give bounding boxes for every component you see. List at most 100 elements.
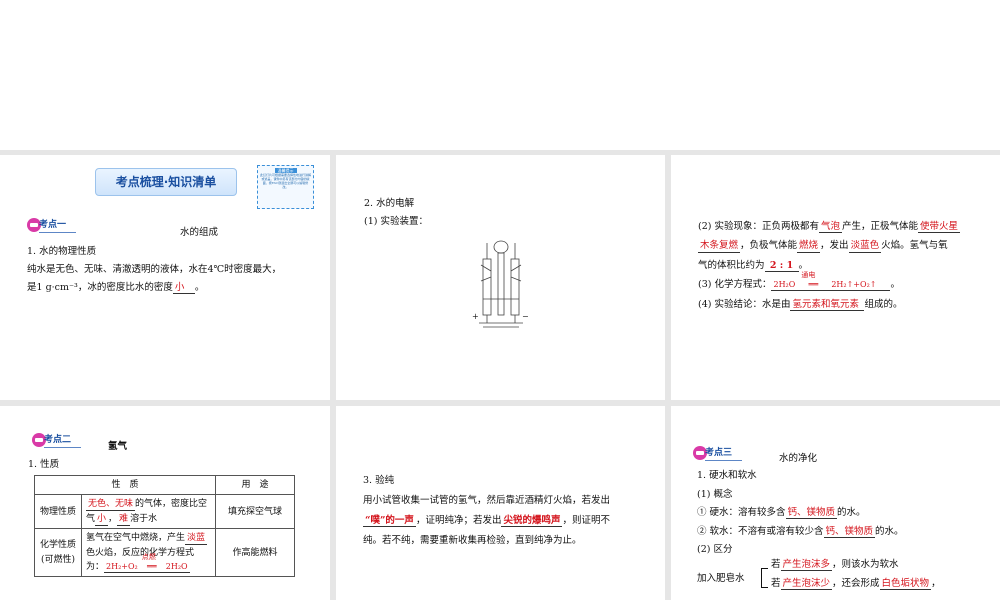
text: 。 xyxy=(798,259,809,271)
text: 若 xyxy=(771,559,781,570)
text-line: 用小试管收集一试管的氢气，然后靠近酒精灯火焰，若发出 xyxy=(363,494,611,506)
equation-answer: 2H₂+O₂ 点燃 ══ 2H₂O xyxy=(104,552,190,573)
blank-top-area xyxy=(0,0,1000,150)
answer-blank: 小 xyxy=(172,282,195,295)
row-label: 物理性质 xyxy=(34,494,82,530)
text: (3) 化学方程式： xyxy=(698,279,772,291)
paragraph: (2) 实验现象：正负两极都有 气泡 产生，正极气体能 使带火星 木条复燃 ，负极气体能… xyxy=(698,217,982,314)
text: ，发出 xyxy=(820,240,849,252)
row-label: 化学性质(可燃性) xyxy=(34,528,82,578)
branch-soft: 若产生泡沫多 ，则该水为软水 xyxy=(771,556,899,574)
answer-blank: 气泡 xyxy=(818,221,842,234)
subtitle: 1. 性质 xyxy=(28,459,60,470)
answer-blank: 无色、无味 xyxy=(86,499,136,512)
equation-arrow: 点燃 ══ xyxy=(141,552,157,571)
table-cell: 作高能燃料 xyxy=(215,528,295,578)
slide-5[interactable]: 3. 验纯 用小试管收集一试管的氢气，然后靠近酒精灯火焰，若发出 “噗”的一声，… xyxy=(336,406,665,600)
text: 若 xyxy=(771,578,781,589)
text-line: (4) 实验结论：水是由 氢元素和氧元素 组成的。 xyxy=(698,295,982,314)
equation-product: 2H₂↑+O₂↑ xyxy=(831,280,877,290)
equation-answer: 2H₂O 通电 ══ 2H₂↑+O₂↑ xyxy=(771,271,891,291)
subtitle: 1. 水的物理性质 xyxy=(27,246,97,257)
answer-blank: 木条复燃 xyxy=(698,240,741,253)
text-line: 是1 g·cm⁻³，冰的密度比水的密度小。 xyxy=(27,279,312,297)
text: 组成的。 xyxy=(864,298,903,310)
text: 是1 g·cm⁻³，冰的密度比水的密度 xyxy=(27,282,173,294)
slide-1[interactable]: 考点梳理·知识清单 温馨提示 此幻灯片可根据需要选择性地进行讲解或遮盖，课件中另… xyxy=(0,155,330,400)
topic-heading: 水的净化 xyxy=(779,453,818,464)
text: 。 xyxy=(890,279,900,291)
table-header: 用 途 xyxy=(215,474,295,496)
answer-blank: 钙、镁物质 xyxy=(785,507,838,520)
answer-blank: 淡蓝色 xyxy=(848,240,882,253)
paragraph: 1. 硬水和软水 (1) 概念 ① 硬水：溶有较多含 钙、镁物质 的水。 ② 软水：… xyxy=(697,467,982,560)
answer-blank: 燃烧 xyxy=(797,240,821,253)
table-header-row: 性 质 用 途 xyxy=(34,474,295,496)
text: ，负极气体能 xyxy=(740,240,798,252)
answer-blank: 2 : 1 xyxy=(764,260,799,273)
text: (2) 实验现象：正负两极都有 xyxy=(698,221,819,232)
tip-box: 温馨提示 此幻灯片可根据需要选择性地进行讲解或遮盖，课件中另有该部分内容的版面，… xyxy=(257,165,314,209)
slide-4[interactable]: 考点二 氢气 1. 性质 性 质 用 途 物理性质 无色、无味 的气体，密度比空气… xyxy=(0,406,330,600)
slide-6[interactable]: 考点三 水的净化 1. 硬水和软水 (1) 概念 ① 硬水：溶有较多含 钙、镁物质… xyxy=(671,406,1000,600)
table-row: 物理性质 无色、无味 的气体，密度比空气小，难溶于水 填充探空气球 xyxy=(34,494,295,530)
answer-blank: 使带火星 xyxy=(918,221,961,234)
text: 的水。 xyxy=(837,507,866,519)
text: 产生，正极气体能 xyxy=(842,221,919,232)
slide-2[interactable]: 2. 水的电解 (1) 实验装置： + − xyxy=(336,155,665,400)
slide-3[interactable]: (2) 实验现象：正负两极都有 气泡 产生，正极气体能 使带火星 木条复燃 ，负极气体能… xyxy=(671,155,1000,400)
text: 气的体积比约为 xyxy=(698,259,765,271)
equation-line: (3) 化学方程式： 2H₂O 通电 ══ 2H₂↑+O₂↑ 。 xyxy=(698,271,982,294)
answer-blank: 难 xyxy=(117,513,131,526)
text: 火焰。氢气与氧 xyxy=(881,240,948,252)
answer-blank: 淡蓝 xyxy=(185,533,208,545)
text: ，则证明不 xyxy=(562,514,610,526)
text: 。 xyxy=(194,282,205,294)
answer-blank: 氢元素和氧元素 xyxy=(790,299,865,312)
text: 的水。 xyxy=(875,525,904,537)
section-title: 2. 水的电解 xyxy=(364,198,415,209)
answer-blank: 尖锐的爆鸣声 xyxy=(501,514,563,528)
answer-blank: 产生泡沫少 xyxy=(780,578,833,591)
text: 的气体，密度比 xyxy=(135,499,199,510)
answer-blank: 产生泡沫多 xyxy=(780,559,833,572)
equation-reactant: 2H₂O xyxy=(773,280,796,290)
table-cell: 填充探空气球 xyxy=(215,494,295,530)
answer-blank: 钙、镁物质 xyxy=(823,525,876,538)
text: 溶于水 xyxy=(130,513,158,524)
text-line: 纯。若不纯，需要重新收集再检验，直到纯净为止。 xyxy=(363,534,582,546)
table-cell: 无色、无味 的气体，密度比空气小，难溶于水 xyxy=(81,494,216,530)
table-cell: 氢气在空气中燃烧，产生 淡蓝色火焰，反应的化学方程式为： 2H₂+O₂ 点燃 ══ 2H₂… xyxy=(81,528,216,578)
text: ，还会形成 xyxy=(832,578,880,589)
equation-product: 2H₂O xyxy=(165,561,188,571)
text-line: ① 硬水：溶有较多含 钙、镁物质 的水。 xyxy=(697,504,982,523)
table-row: 化学性质(可燃性) 氢气在空气中燃烧，产生 淡蓝色火焰，反应的化学方程式为： 2H₂… xyxy=(34,528,295,578)
equation-condition: 通电 xyxy=(801,271,816,280)
answer-blank: 白色垢状物 xyxy=(879,578,932,591)
paragraph: 1. 水的物理性质 纯水是无色、无味、清澈透明的液体，水在4℃时密度最大， 是1… xyxy=(27,243,312,297)
topic-heading: 水的组成 xyxy=(180,227,219,238)
minus-label: − xyxy=(522,312,529,321)
text: ，证明纯净；若发出 xyxy=(415,514,502,526)
paragraph: 3. 验纯 用小试管收集一试管的氢气，然后靠近酒精灯火焰，若发出 “噗”的一声，… xyxy=(363,471,647,551)
text-line: 纯水是无色、无味、清澈透明的液体，水在4℃时密度最大， xyxy=(27,264,282,276)
branch-hard: 若产生泡沫少 ，还会形成 白色垢状物， xyxy=(771,575,941,593)
text: ② 软水：不溶有或溶有较少含 xyxy=(697,525,824,537)
equation-arrow: 通电 ══ xyxy=(801,271,819,290)
text: 氢气在空气中燃烧，产生 xyxy=(86,533,186,544)
text: (4) 实验结论：水是由 xyxy=(698,298,791,310)
text: ， xyxy=(931,578,941,589)
tip-text: 此幻灯片可根据需要选择性地进行讲解或遮盖，课件中另有该部分内容的版面，按ESC键… xyxy=(260,173,312,189)
text: ① 硬水：溶有较多含 xyxy=(697,507,786,519)
plus-label: + xyxy=(472,312,479,321)
brace xyxy=(761,568,768,588)
text-line: (2) 实验现象：正负两极都有 气泡 产生，正极气体能 使带火星 xyxy=(698,217,982,236)
text-line: 气的体积比约为 2 : 1。 xyxy=(698,256,982,275)
topic-heading: 氢气 xyxy=(108,441,128,452)
subtitle: 3. 验纯 xyxy=(363,475,395,486)
text: ， xyxy=(108,513,118,524)
table-header: 性 质 xyxy=(34,474,216,496)
text-line: ② 软水：不溶有或溶有较少含 钙、镁物质 的水。 xyxy=(697,523,982,542)
text-line: (1) 概念 xyxy=(697,488,733,500)
answer-blank: “噗”的一声 xyxy=(363,514,416,528)
